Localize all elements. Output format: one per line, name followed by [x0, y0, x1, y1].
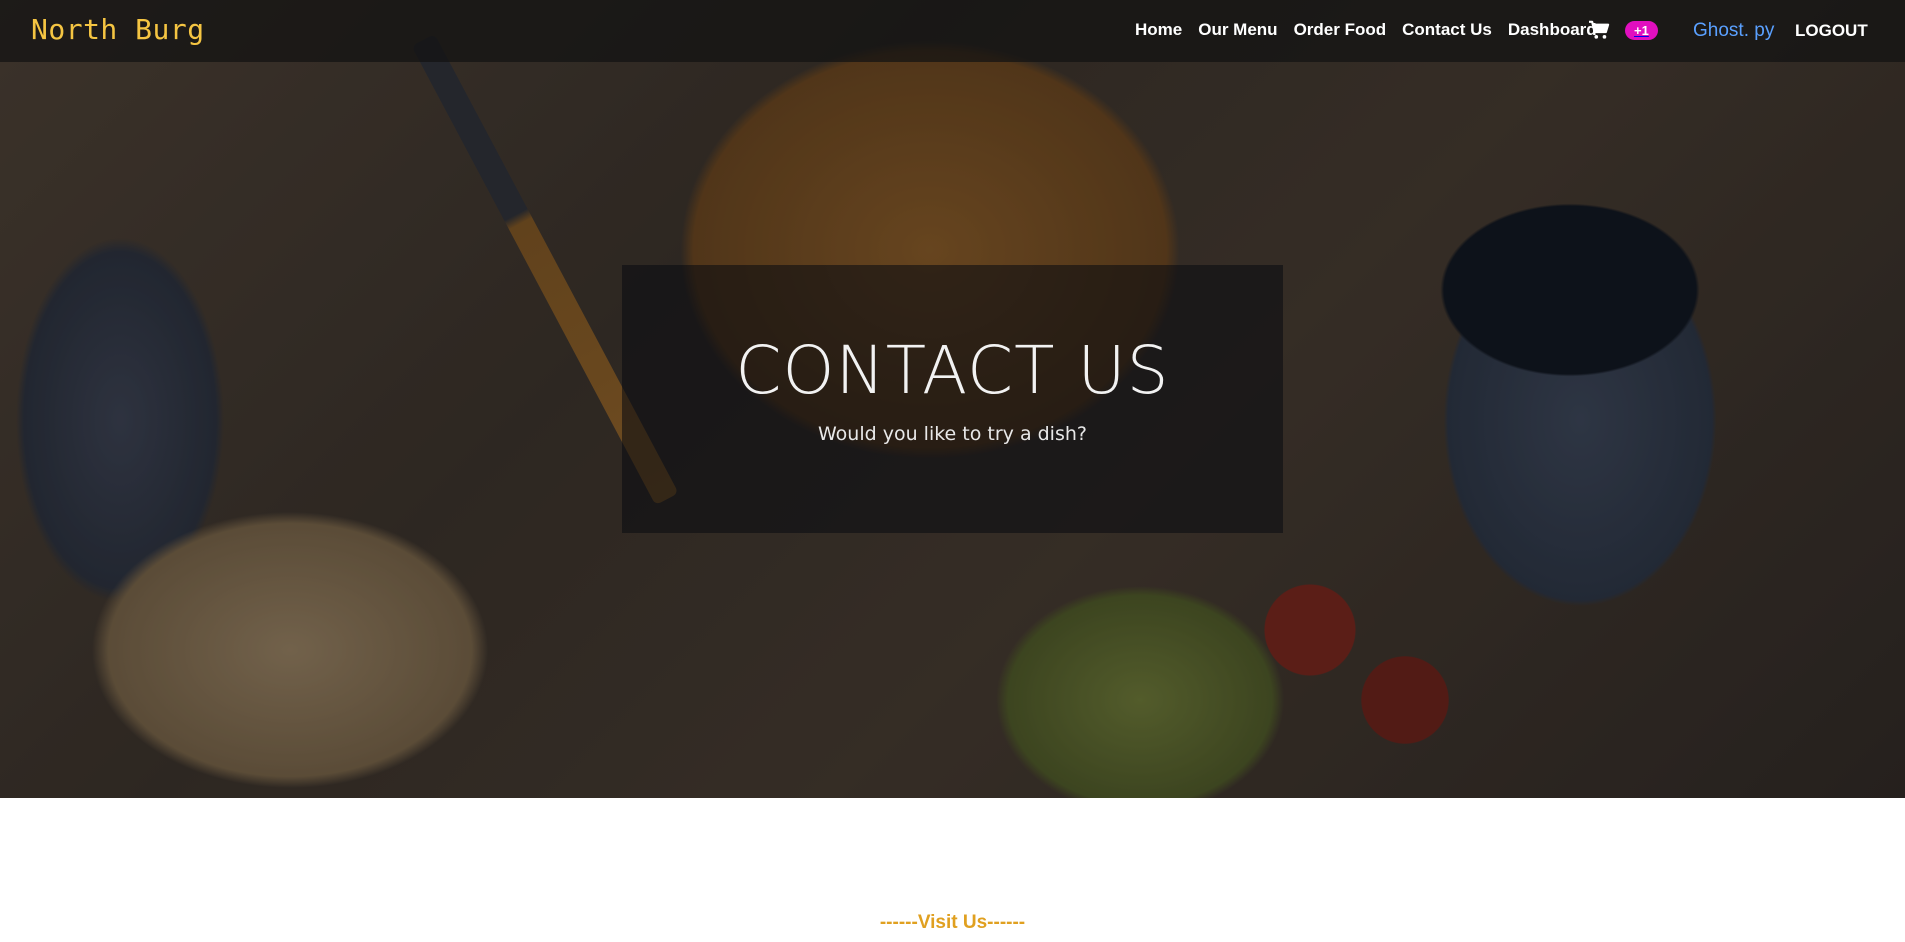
logout-link[interactable]: LOGOUT: [1795, 21, 1868, 41]
brand-logo[interactable]: North Burg: [31, 13, 205, 46]
nav-link-contact-us[interactable]: Contact Us: [1402, 20, 1492, 40]
nav-link-dashboard[interactable]: Dashboard: [1508, 20, 1597, 40]
page-title: CONTACT US: [735, 332, 1170, 409]
top-navbar: North Burg Home Our Menu Order Food Cont…: [0, 0, 1905, 62]
cart-icon: [1589, 20, 1610, 39]
nav-link-order-food[interactable]: Order Food: [1294, 20, 1387, 40]
visit-us-heading: ------Visit Us------: [879, 912, 1026, 933]
hero-card: CONTACT US Would you like to try a dish?: [622, 265, 1283, 533]
nav-link-our-menu[interactable]: Our Menu: [1198, 20, 1277, 40]
nav-link-home[interactable]: Home: [1135, 20, 1182, 40]
user-profile-link[interactable]: Ghost. py: [1693, 20, 1774, 42]
cart-count-badge: +1: [1625, 20, 1658, 40]
hero-subtitle: Would you like to try a dish?: [818, 423, 1087, 445]
cart-button[interactable]: +1: [1588, 20, 1658, 40]
nav-links: Home Our Menu Order Food Contact Us Dash…: [1135, 20, 1613, 40]
